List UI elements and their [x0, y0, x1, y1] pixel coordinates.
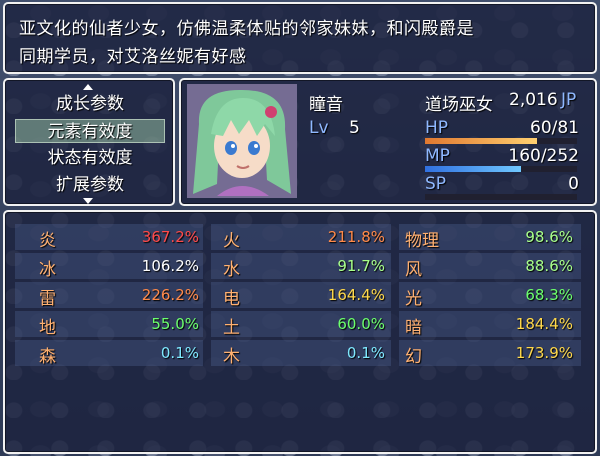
- hp-value: 60/81: [530, 118, 579, 138]
- element-name-fire-yan: 炎: [39, 231, 56, 251]
- command-window: 成长参数 元素有效度 状态有效度 扩展参数: [3, 78, 175, 206]
- element-rates-window: 炎 367.2% 冰 106.2% 雷 226.2% 地 55.0% 森 0.1…: [3, 210, 597, 454]
- mp-gauge: [425, 166, 577, 172]
- help-window: 亚文化的仙者少女，仿佛温柔体贴的邻家妹妹，和闪殿爵是 同期学员，对艾洛丝妮有好感: [3, 2, 597, 74]
- sp-value: 0: [568, 174, 579, 194]
- menu-item-element-rates[interactable]: 元素有效度: [15, 119, 165, 143]
- level-label: Lv: [309, 118, 329, 138]
- element-value-water: 91.7%: [337, 257, 385, 275]
- help-text-line-1: 亚文化的仙者少女，仿佛温柔体贴的邻家妹妹，和闪殿爵是: [19, 19, 474, 39]
- element-name-forest: 森: [39, 347, 56, 367]
- actor-job-points: 2,016: [509, 90, 558, 110]
- element-name-wood: 木: [223, 347, 240, 367]
- element-value-fire-huo: 211.8%: [327, 228, 385, 246]
- actor-level: 5: [349, 118, 360, 138]
- mp-gauge-fill: [425, 166, 521, 172]
- help-text-line-2: 同期学员，对艾洛丝妮有好感: [19, 47, 247, 67]
- mp-label: MP: [425, 146, 450, 166]
- element-name-electric: 电: [223, 289, 240, 309]
- element-name-dark: 暗: [405, 318, 422, 338]
- mp-value: 160/252: [508, 146, 579, 166]
- scroll-down-arrow-icon[interactable]: [83, 198, 93, 204]
- element-value-ice: 106.2%: [141, 257, 199, 275]
- hp-label: HP: [425, 118, 449, 138]
- hp-gauge: [425, 138, 577, 144]
- element-name-physical: 物理: [405, 231, 439, 251]
- actor-class: 道场巫女: [425, 95, 493, 115]
- element-name-thunder: 雷: [39, 289, 56, 309]
- element-value-light: 68.3%: [525, 286, 573, 304]
- element-value-physical: 98.6%: [525, 228, 573, 246]
- element-value-fire-yan: 367.2%: [141, 228, 199, 246]
- sp-label: SP: [425, 174, 447, 194]
- element-value-electric: 164.4%: [327, 286, 385, 304]
- actor-name: 瞳音: [309, 95, 343, 115]
- hp-gauge-fill: [425, 138, 538, 144]
- actor-face-portrait: [187, 84, 297, 198]
- element-value-forest: 0.1%: [160, 344, 199, 362]
- element-value-wind: 88.6%: [525, 257, 573, 275]
- job-points-unit: JP: [561, 90, 577, 110]
- element-name-ice: 冰: [39, 260, 56, 280]
- element-value-earth: 55.0%: [151, 315, 199, 333]
- element-name-soil: 土: [223, 318, 240, 338]
- sp-gauge: [425, 194, 577, 200]
- element-name-illusion: 幻: [405, 347, 422, 367]
- element-name-water: 水: [223, 260, 240, 280]
- scroll-up-arrow-icon[interactable]: [83, 84, 93, 90]
- element-name-wind: 风: [405, 260, 422, 280]
- actor-status-window: 瞳音 道场巫女 2,016 JP Lv 5 HP 60/81 MP 160/25…: [179, 78, 597, 206]
- element-value-wood: 0.1%: [346, 344, 385, 362]
- element-name-earth: 地: [39, 318, 56, 338]
- menu-item-growth-params[interactable]: 成长参数: [15, 92, 165, 116]
- element-value-soil: 60.0%: [337, 315, 385, 333]
- element-name-light: 光: [405, 289, 422, 309]
- menu-item-state-rates[interactable]: 状态有效度: [15, 146, 165, 170]
- element-value-dark: 184.4%: [515, 315, 573, 333]
- element-name-fire-huo: 火: [223, 231, 240, 251]
- element-value-illusion: 173.9%: [515, 344, 573, 362]
- element-value-thunder: 226.2%: [141, 286, 199, 304]
- menu-item-extended-params[interactable]: 扩展参数: [15, 173, 165, 197]
